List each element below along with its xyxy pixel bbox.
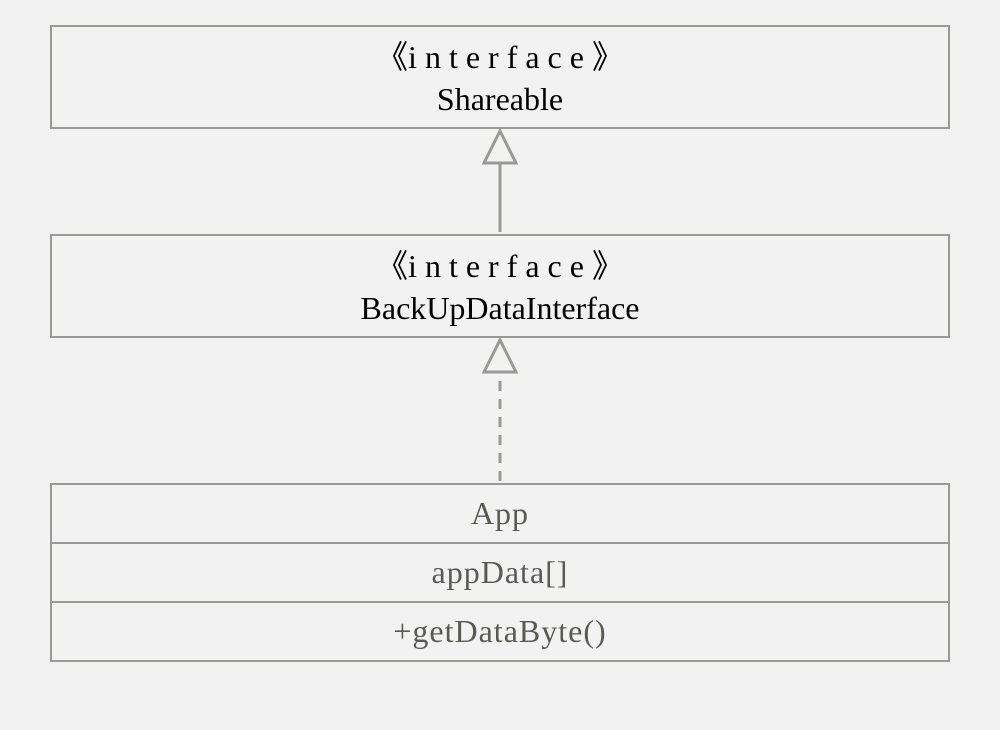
interface-backup-box: 《interface》 BackUpDataInterface (50, 234, 950, 338)
generalization-arrow (470, 129, 530, 235)
uml-class-diagram: 《interface》 Shareable 《interface》 BackUp… (40, 20, 960, 710)
app-class-name: App (471, 495, 529, 531)
app-attribute: appData[] (432, 554, 569, 590)
interface-shareable-box: 《interface》 Shareable (50, 25, 950, 129)
shareable-name: Shareable (52, 79, 948, 121)
app-name-compartment: App (52, 485, 948, 544)
backup-stereotype: 《interface》 (52, 246, 948, 288)
backup-name: BackUpDataInterface (52, 288, 948, 330)
class-app-box: App appData[] +getDataByte() (50, 483, 950, 662)
shareable-stereotype: 《interface》 (52, 37, 948, 79)
app-operations-compartment: +getDataByte() (52, 603, 948, 660)
app-operation: +getDataByte() (393, 613, 606, 649)
realization-arrow (470, 338, 530, 484)
app-attributes-compartment: appData[] (52, 544, 948, 603)
